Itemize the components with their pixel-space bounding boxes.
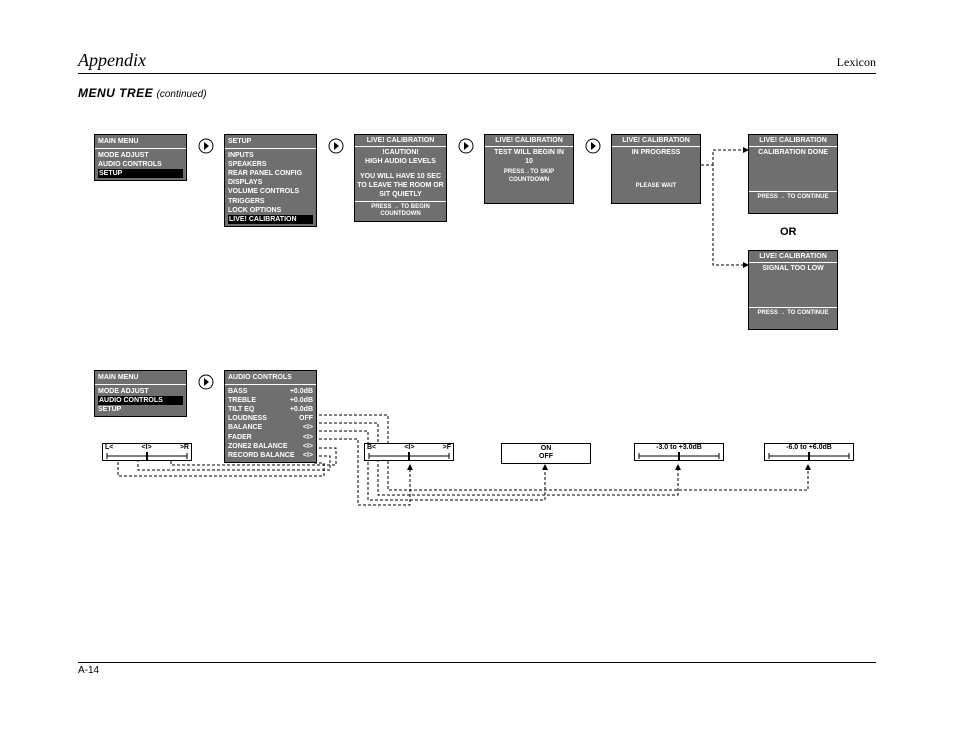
row-label: RECORD BALANCE (228, 451, 295, 460)
slider-balance: L< <I> >R (102, 443, 192, 461)
menu-item: AUDIO CONTROLS (98, 160, 183, 169)
slider-bass-treble: -6.0 to +6.0dB (764, 443, 854, 461)
text: SIT QUIETLY (357, 190, 444, 199)
row-value: <I> (303, 423, 313, 432)
menu-item: LOCK OPTIONS (228, 206, 313, 215)
menu-footer: PRESS → TO CONTINUE (749, 191, 837, 204)
menu-title: LIVE! CALIBRATION (749, 251, 837, 263)
subtitle-main: MENU TREE (78, 86, 153, 100)
row-label: TILT EQ (228, 405, 254, 414)
menu-calib-progress: LIVE! CALIBRATION IN PROGRESS PLEASE WAI… (611, 134, 701, 204)
slider-right: >F (443, 444, 451, 452)
slider-fader: B< <I> >F (364, 443, 454, 461)
row-label: LOUDNESS (228, 414, 267, 423)
menu-item-selected: AUDIO CONTROLS (98, 396, 183, 405)
menu-title: MAIN MENU (95, 135, 186, 149)
menu-footer: PLEASE WAIT (612, 181, 700, 193)
opt: OFF (504, 453, 588, 461)
text: SIGNAL TOO LOW (751, 264, 835, 273)
page-footer: A-14 (78, 662, 876, 676)
slider-range: -3.0 to +3.0dB (635, 444, 723, 452)
row-value: OFF (299, 414, 313, 423)
row-value: +0.0dB (290, 405, 313, 414)
text: 10 (487, 157, 571, 166)
text: TEST WILL BEGIN IN (487, 148, 571, 157)
menu-calib-test: LIVE! CALIBRATION TEST WILL BEGIN IN 10 … (484, 134, 574, 204)
menu-item: SPEAKERS (228, 160, 313, 169)
menu-calib-low: LIVE! CALIBRATION SIGNAL TOO LOW PRESS →… (748, 250, 838, 330)
menu-main-1: MAIN MENU MODE ADJUST AUDIO CONTROLS SET… (94, 134, 187, 181)
menu-setup: SETUP INPUTS SPEAKERS REAR PANEL CONFIG … (224, 134, 317, 227)
page-header: Appendix Lexicon (78, 50, 876, 74)
or-text: OR (780, 226, 797, 238)
slider-left: B< (367, 444, 376, 452)
slider-mid: <I> (404, 444, 414, 452)
menu-title: AUDIO CONTROLS (225, 371, 316, 385)
text: HIGH AUDIO LEVELS (357, 157, 444, 166)
header-left: Appendix (78, 50, 146, 71)
text: YOU WILL HAVE 10 SEC (357, 172, 444, 181)
menu-item-selected: SETUP (98, 169, 183, 178)
menu-title: LIVE! CALIBRATION (355, 135, 446, 147)
slider-right: >R (180, 444, 189, 452)
arrow-icon (198, 374, 214, 390)
menu-item: VOLUME CONTROLS (228, 187, 313, 196)
menu-item: MODE ADJUST (98, 151, 183, 160)
row-value: +0.0dB (290, 396, 313, 405)
slider-tilt: -3.0 to +3.0dB (634, 443, 724, 461)
menu-calib-caution: LIVE! CALIBRATION !CAUTION! HIGH AUDIO L… (354, 134, 447, 222)
menu-item: DISPLAYS (228, 178, 313, 187)
menu-item: INPUTS (228, 151, 313, 160)
subtitle-cont: (continued) (157, 89, 207, 100)
row-value: +0.0dB (290, 387, 313, 396)
menu-title: LIVE! CALIBRATION (749, 135, 837, 147)
menu-title: LIVE! CALIBRATION (612, 135, 700, 147)
menu-main-2: MAIN MENU MODE ADJUST AUDIO CONTROLS SET… (94, 370, 187, 417)
text: IN PROGRESS (614, 148, 698, 157)
menu-tree-diagram: MAIN MENU MODE ADJUST AUDIO CONTROLS SET… (78, 100, 876, 600)
text: CALIBRATION DONE (751, 148, 835, 157)
row-label: TREBLE (228, 396, 256, 405)
subtitle: MENU TREE (continued) (78, 86, 876, 100)
row-label: FADER (228, 433, 252, 442)
menu-title: SETUP (225, 135, 316, 149)
menu-footer: PRESS→TO SKIP COUNTDOWN (485, 167, 573, 187)
menu-audio-controls: AUDIO CONTROLS BASS +0.0dB TREBLE +0.0dB T… (224, 370, 317, 463)
menu-footer: PRESS → TO CONTINUE (749, 307, 837, 320)
slider-mid: <I> (142, 444, 152, 452)
menu-calib-done: LIVE! CALIBRATION CALIBRATION DONE PRESS… (748, 134, 838, 214)
row-label: ZONE2 BALANCE (228, 442, 288, 451)
opt: ON (504, 445, 588, 453)
slider-range: -6.0 to +6.0dB (765, 444, 853, 452)
arrow-icon (585, 138, 601, 154)
header-right: Lexicon (837, 55, 876, 70)
row-value: <I> (303, 433, 313, 442)
menu-title: LIVE! CALIBRATION (485, 135, 573, 147)
arrow-icon (328, 138, 344, 154)
menu-item: REAR PANEL CONFIG (228, 169, 313, 178)
menu-item: SETUP (98, 405, 183, 414)
arrow-icon (198, 138, 214, 154)
menu-footer: PRESS → TO BEGIN COUNTDOWN (355, 201, 446, 222)
row-value: <I> (303, 451, 313, 460)
text: TO LEAVE THE ROOM OR (357, 181, 444, 190)
menu-item: TRIGGERS (228, 197, 313, 206)
menu-title: MAIN MENU (95, 371, 186, 385)
text: !CAUTION! (357, 148, 444, 157)
menu-item-selected: LIVE! CALIBRATION (228, 215, 313, 224)
arrow-icon (458, 138, 474, 154)
menu-item: MODE ADJUST (98, 387, 183, 396)
row-label: BASS (228, 387, 247, 396)
row-value: <I> (303, 442, 313, 451)
option-loudness: ONOFF (501, 443, 591, 464)
row-label: BALANCE (228, 423, 262, 432)
slider-left: L< (105, 444, 113, 452)
